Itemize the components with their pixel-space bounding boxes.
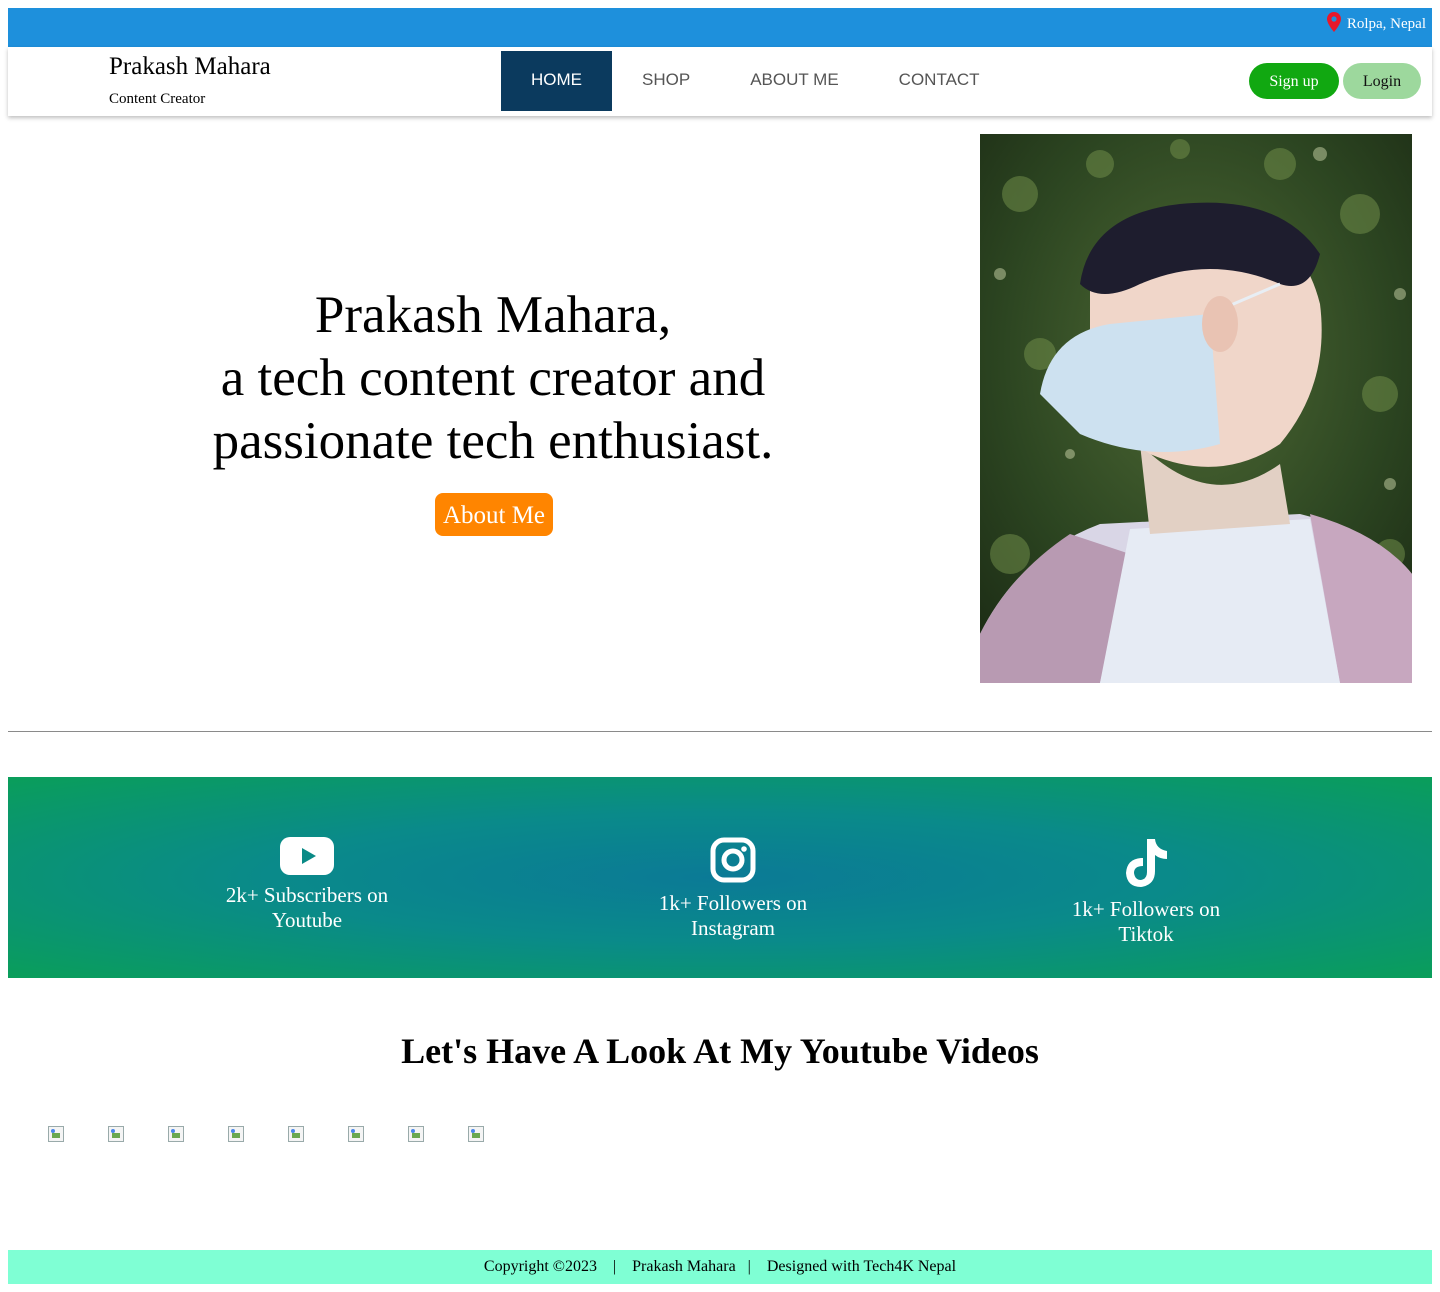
footer: Copyright ©2023 | Prakash Mahara | Desig… bbox=[8, 1250, 1432, 1284]
hero-line-3: passionate tech enthusiast. bbox=[212, 412, 774, 470]
about-me-button[interactable]: About Me bbox=[435, 493, 553, 536]
video-thumbnails bbox=[48, 1126, 528, 1142]
brand-subtitle: Content Creator bbox=[109, 91, 206, 107]
footer-name: Prakash Mahara bbox=[632, 1258, 736, 1275]
login-button[interactable]: Login bbox=[1343, 63, 1421, 99]
hero-heading: Prakash Mahara, a tech content creator a… bbox=[103, 284, 883, 473]
footer-designed-by[interactable]: Designed with Tech4K Nepal bbox=[767, 1258, 956, 1275]
video-thumbnail[interactable] bbox=[288, 1126, 304, 1142]
social-stats-banner: 2k+ Subscribers on Youtube 1k+ Followers… bbox=[8, 777, 1432, 978]
stat-youtube[interactable]: 2k+ Subscribers on Youtube bbox=[194, 837, 420, 933]
video-thumbnail[interactable] bbox=[228, 1126, 244, 1142]
section-divider bbox=[8, 731, 1432, 732]
top-bar: Rolpa, Nepal bbox=[8, 8, 1432, 47]
location: Rolpa, Nepal bbox=[1326, 11, 1426, 33]
profile-photo bbox=[980, 134, 1412, 683]
video-thumbnail[interactable] bbox=[348, 1126, 364, 1142]
stat-tiktok-text: 1k+ Followers on Tiktok bbox=[1071, 897, 1221, 946]
video-thumbnail[interactable] bbox=[468, 1126, 484, 1142]
brand-name[interactable]: Prakash Mahara bbox=[109, 53, 271, 81]
stat-tiktok[interactable]: 1k+ Followers on Tiktok bbox=[1046, 837, 1246, 947]
signup-button[interactable]: Sign up bbox=[1249, 63, 1339, 99]
tiktok-icon bbox=[1126, 839, 1167, 887]
instagram-icon bbox=[710, 837, 756, 883]
videos-section-title: Let's Have A Look At My Youtube Videos bbox=[401, 1031, 1039, 1071]
nav-about-me[interactable]: ABOUT ME bbox=[720, 51, 868, 111]
stat-youtube-text: 2k+ Subscribers on Youtube bbox=[225, 883, 389, 932]
video-thumbnail[interactable] bbox=[48, 1126, 64, 1142]
youtube-icon bbox=[280, 837, 334, 875]
profile-photo-illustration bbox=[980, 134, 1412, 683]
nav-contact[interactable]: CONTACT bbox=[869, 51, 1010, 111]
map-pin-icon bbox=[1326, 11, 1341, 32]
footer-separator: | bbox=[600, 1258, 629, 1275]
location-text: Rolpa, Nepal bbox=[1346, 16, 1426, 32]
nav-home[interactable]: HOME bbox=[501, 51, 612, 111]
video-thumbnail[interactable] bbox=[108, 1126, 124, 1142]
footer-separator: | bbox=[739, 1258, 763, 1275]
hero-line-2: a tech content creator and bbox=[220, 349, 766, 407]
video-thumbnail[interactable] bbox=[168, 1126, 184, 1142]
stat-instagram[interactable]: 1k+ Followers on Instagram bbox=[620, 837, 846, 941]
stat-instagram-text: 1k+ Followers on Instagram bbox=[658, 891, 808, 940]
main-nav: HOME SHOP ABOUT ME CONTACT bbox=[501, 51, 1010, 111]
navbar: Prakash Mahara Content Creator HOME SHOP… bbox=[8, 47, 1432, 116]
hero-line-1: Prakash Mahara, bbox=[314, 286, 672, 344]
footer-copyright: Copyright ©2023 bbox=[483, 1258, 597, 1275]
video-thumbnail[interactable] bbox=[408, 1126, 424, 1142]
nav-shop[interactable]: SHOP bbox=[612, 51, 720, 111]
